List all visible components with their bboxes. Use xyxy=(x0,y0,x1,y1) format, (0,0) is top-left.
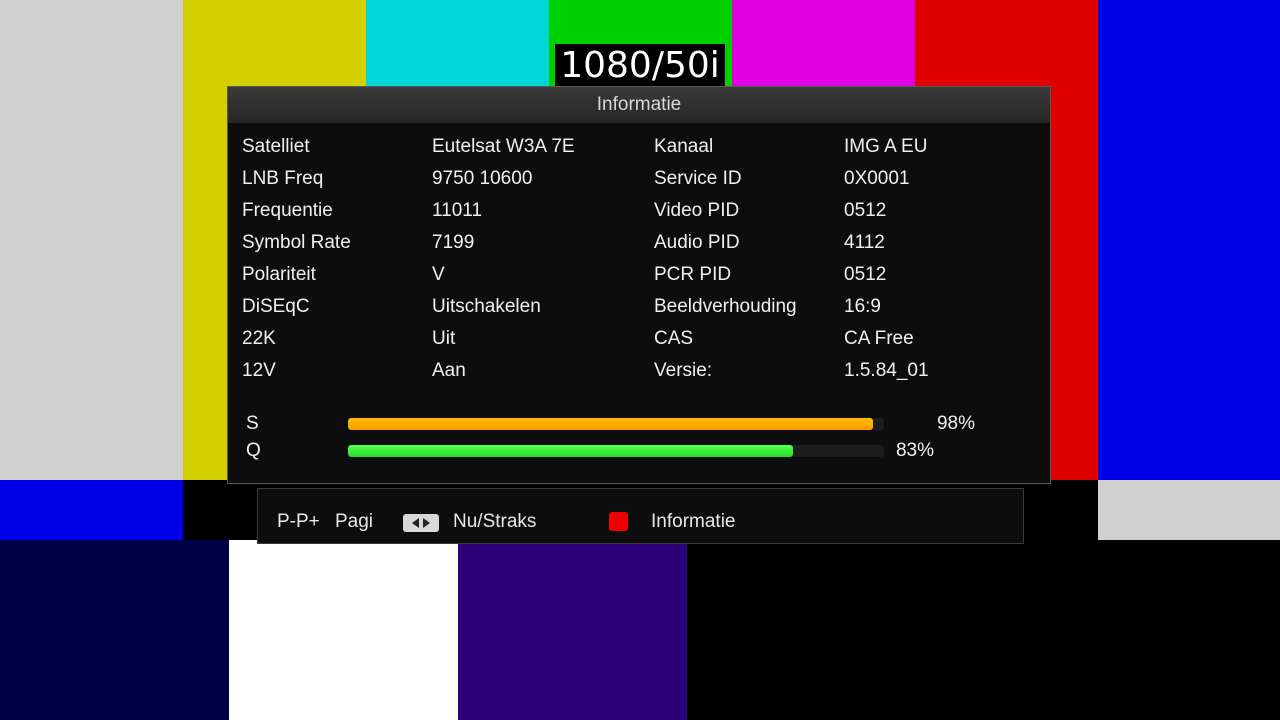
page-label: Pagi xyxy=(335,511,374,532)
value-versie: 1.5.84_01 xyxy=(844,360,929,381)
bottom-bar-black xyxy=(687,540,1280,720)
label-22k: 22K xyxy=(242,328,276,349)
label-cas: CAS xyxy=(654,328,694,349)
value-pcr-pid: 0512 xyxy=(844,264,887,285)
value-22k: Uit xyxy=(432,328,456,349)
label-video-pid: Video PID xyxy=(654,200,740,221)
signal-quality-label: Q xyxy=(246,440,261,461)
value-video-pid: 0512 xyxy=(844,200,887,221)
label-audio-pid: Audio PID xyxy=(654,232,740,253)
info-key-label: Informatie xyxy=(651,511,736,532)
signal-strength-percent: 98% xyxy=(936,413,975,434)
value-lnb-freq: 9750 10600 xyxy=(432,168,533,189)
value-frequentie: 11011 xyxy=(432,200,483,221)
value-12v: Aan xyxy=(432,360,466,381)
label-kanaal: Kanaal xyxy=(654,136,714,157)
label-service-id: Service ID xyxy=(654,168,742,189)
value-satelliet: Eutelsat W3A 7E xyxy=(432,136,575,157)
left-right-arrows-icon xyxy=(403,514,439,532)
bottom-bar-purple xyxy=(458,540,687,720)
color-bar-gray xyxy=(0,0,183,480)
label-lnb-freq: LNB Freq xyxy=(242,168,324,189)
value-diseqc: Uitschakelen xyxy=(432,296,541,317)
value-service-id: 0X0001 xyxy=(844,168,910,189)
label-versie: Versie: xyxy=(654,360,713,381)
color-bar-blue xyxy=(1098,0,1280,480)
signal-quality-percent: 83% xyxy=(895,440,934,461)
help-bar: P-P+ Pagi Nu/Straks Informatie xyxy=(257,488,1024,544)
bottom-bar-navy xyxy=(0,540,229,720)
signal-quality-bar xyxy=(348,445,884,457)
info-panel: Informatie Satelliet Eutelsat W3A 7E LNB… xyxy=(227,86,1051,484)
label-beeldverhouding: Beeldverhouding xyxy=(654,296,797,317)
value-beeldverhouding: 16:9 xyxy=(844,296,881,317)
signal-strength-label: S xyxy=(246,413,259,434)
page-keys-label: P-P+ xyxy=(277,511,320,532)
bottom-bar-white xyxy=(229,540,458,720)
mid-bar-gray xyxy=(1098,480,1280,540)
value-kanaal: IMG A EU xyxy=(844,136,928,157)
red-key-icon xyxy=(609,512,628,531)
label-pcr-pid: PCR PID xyxy=(654,264,732,285)
label-satelliet: Satelliet xyxy=(242,136,310,157)
signal-strength-fill xyxy=(348,418,874,430)
label-diseqc: DiSEqC xyxy=(242,296,310,317)
label-symbol-rate: Symbol Rate xyxy=(242,232,351,253)
signal-quality-fill xyxy=(348,445,793,457)
resolution-badge: 1080/50i xyxy=(555,44,725,88)
value-cas: CA Free xyxy=(844,328,914,349)
signal-strength-bar xyxy=(348,418,884,430)
now-next-label: Nu/Straks xyxy=(453,511,537,532)
value-audio-pid: 4112 xyxy=(844,232,885,253)
panel-title: Informatie xyxy=(228,87,1050,123)
value-polariteit: V xyxy=(432,264,445,285)
label-polariteit: Polariteit xyxy=(242,264,316,285)
mid-bar-blue xyxy=(0,480,183,540)
label-frequentie: Frequentie xyxy=(242,200,333,221)
value-symbol-rate: 7199 xyxy=(432,232,475,253)
label-12v: 12V xyxy=(242,360,276,381)
